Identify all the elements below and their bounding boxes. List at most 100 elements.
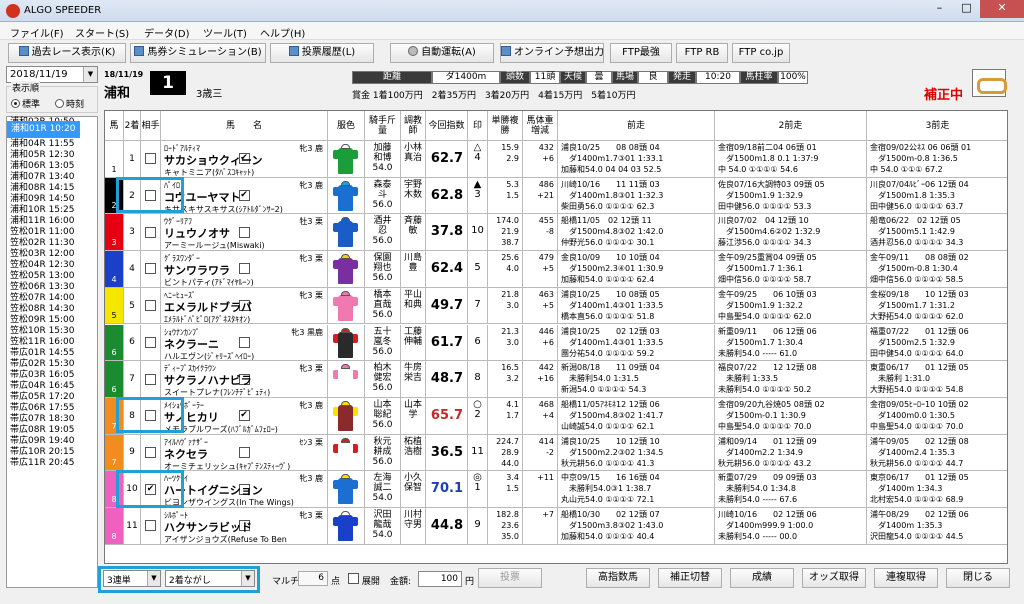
order-standard-radio[interactable]: 標準 (11, 97, 40, 110)
menu-data[interactable]: データ(D) (144, 25, 190, 40)
horse-row[interactable]: 4 4 ｸﾞﾗｽﾜﾝﾀﾞｰ 牝3 栗サンワラワラ ビントパティ(ｱﾄﾞﾏｲﾔﾙｰﾝ) 保園… (105, 251, 1007, 288)
race-list-item[interactable]: 笠松10R 15:30 (7, 326, 97, 337)
amount-input[interactable]: 100 (418, 571, 462, 587)
column-header[interactable]: 印 (468, 111, 488, 140)
horse-row[interactable]: 6 6 ｼｮｳﾅﾝｶﾝﾌﾟ 牝3 黒鹿 ネクラーニ ハルエヴン(ｼﾞｬﾘｰｽﾞﾍｲﾛｰ) 五… (105, 324, 1007, 362)
horse-name-cell[interactable]: ｸﾞﾗｽﾜﾝﾀﾞｰ 牝3 栗サンワラワラ ビントパティ(ｱﾄﾞﾏｲﾔﾙｰﾝ) (161, 251, 328, 287)
column-header[interactable]: 前走 (558, 111, 715, 140)
menu-start[interactable]: スタート(S) (75, 25, 129, 40)
race-list-item[interactable]: 帯広10R 20:15 (7, 447, 97, 458)
order-time-radio[interactable]: 時刻 (55, 97, 84, 110)
race-list-item[interactable]: 浦和01R 10:20 (7, 121, 80, 138)
race-list-item[interactable]: 笠松11R 16:00 (7, 337, 97, 348)
renpuku-fetch-button[interactable]: 連複取得 (874, 568, 938, 588)
horse-row[interactable]: 2 2 ✔ ﾊﾟｲﾛ 牝3 鹿コウユーヤマト キサスキサスキサス(ｼｱﾄﾙﾀﾞﾝｻｰ2) 森… (105, 177, 1007, 215)
ftp-cojp-button[interactable]: FTP co.jp (732, 43, 790, 63)
history-button[interactable]: 投票履歴(L) (270, 43, 374, 63)
horse-name-cell[interactable]: ﾛｰﾄﾞｱﾙﾃｨﾏ 牝3 鹿サカショウクィーン キャトミニア(ﾀﾊﾞｽｺｷｬｯﾄ) (161, 141, 328, 177)
race-list-item[interactable]: 笠松09R 15:00 (7, 315, 97, 326)
race-list-item[interactable]: 笠松02R 11:30 (7, 238, 97, 249)
chevron-down-icon[interactable]: ▼ (83, 67, 97, 82)
column-header[interactable]: 相手 (141, 111, 161, 140)
race-list-item[interactable]: 帯広04R 16:45 (7, 381, 97, 392)
horse-row[interactable]: 3 3 ｳｸﾞｰﾘｱﾌ 牡3 栗リュウノオサ アーミールージュ(Miswaki) 酒井 忍… (105, 214, 1007, 252)
results-button[interactable]: 成績 (730, 568, 794, 588)
maximize-button[interactable]: □ (953, 0, 980, 18)
column-header[interactable]: 調教師 (401, 111, 426, 140)
race-list-item[interactable]: 笠松06R 13:30 (7, 282, 97, 293)
horse-name-cell[interactable]: ﾊﾟｲﾛ 牝3 鹿コウユーヤマト キサスキサスキサス(ｼｱﾄﾙﾀﾞﾝｻｰ2) (161, 177, 328, 214)
horse-row[interactable]: 8 10 ✔ ﾊｰﾂｸﾗｲ 牝3 鹿ハートイグニション ビヨンザウイングス(In The … (105, 471, 1007, 508)
bet-type-select[interactable]: 3連単 ▼ (103, 570, 161, 587)
column-header[interactable]: 騎手斤量 (365, 111, 401, 140)
race-list-item[interactable]: 浦和06R 13:05 (7, 161, 97, 172)
column-header[interactable]: 3前走 (867, 111, 1007, 140)
race-list-item[interactable]: 帯広06R 17:55 (7, 403, 97, 414)
horse-name-cell[interactable]: ﾒｲｼｮｳﾎﾞｰﾗｰ 牝3 鹿サノヒカリ メモラブルワーズ(ﾊﾌﾞﾙｶﾞﾑﾌｪﾛｰ) (161, 397, 328, 434)
column-header[interactable]: 馬体重増減 (523, 111, 558, 140)
race-list-item[interactable]: 浦和11R 16:00 (7, 216, 97, 227)
race-list-item[interactable]: 笠松07R 14:00 (7, 293, 97, 304)
correction-toggle-button[interactable]: 補正切替 (658, 568, 722, 588)
horse-name-cell[interactable]: ﾍﾆｰﾋｭｰｽﾞ 牝3 栗エメラルドブラバ ｴﾒﾗﾙﾄﾞﾊﾟﾋﾟﾛ(ｱｸﾞﾈｽﾀｷｵ… (161, 287, 328, 324)
second-place-checkbox[interactable] (141, 141, 161, 177)
vote-button[interactable]: 投票 (478, 568, 542, 588)
online-output-button[interactable]: オンライン予想出力 (500, 43, 604, 63)
horse-row[interactable]: 5 5 ﾍﾆｰﾋｭｰｽﾞ 牝3 栗エメラルドブラバ ｴﾒﾗﾙﾄﾞﾊﾟﾋﾟﾛ(ｱｸﾞﾈｽﾀ… (105, 287, 1007, 325)
horse-row[interactable]: 8 11 ｼﾙﾎﾟｰﾄ 牝3 栗ハクサンラビッド アイザンジョウズ(Refuse To … (105, 508, 1007, 545)
race-list-item[interactable]: 帯広07R 18:30 (7, 414, 97, 425)
race-list-item[interactable]: 帯広05R 17:20 (7, 392, 97, 403)
column-header[interactable]: 服色 (328, 111, 365, 140)
horse-name-cell[interactable]: ｳｸﾞｰﾘｱﾌ 牡3 栗リュウノオサ アーミールージュ(Miswaki) (161, 214, 328, 251)
race-list-item[interactable]: 帯広02R 15:30 (7, 359, 97, 370)
race-list-item[interactable]: 笠松08R 14:30 (7, 304, 97, 315)
minimize-button[interactable]: – (926, 0, 953, 18)
race-list-item[interactable]: 浦和04R 11:55 (7, 139, 97, 150)
close-button[interactable]: 閉じる (946, 568, 1010, 588)
odds-fetch-button[interactable]: オッズ取得 (802, 568, 866, 588)
past-race-button[interactable]: 過去レース表示(K) (8, 43, 126, 63)
horse-row[interactable]: 7 9 ｱｲﾙﾊｳﾞｧﾅｻﾞｰ ｾﾝ3 栗ネクセラ オーミチェリッシュ(ｷｬﾌﾟﾃﾝｽﾃ… (105, 434, 1007, 472)
race-list-item[interactable]: 浦和09R 14:50 (7, 194, 97, 205)
race-list-item[interactable]: 浦和07R 13:40 (7, 172, 97, 183)
simulation-button[interactable]: 馬券シミュレーション(B) (130, 43, 266, 63)
column-header[interactable]: 馬 名 (161, 111, 328, 140)
ftp-strongest-button[interactable]: FTP最強 (610, 43, 672, 63)
expand-checkbox[interactable]: 展開 (348, 573, 380, 587)
race-list-item[interactable]: 笠松04R 12:30 (7, 260, 97, 271)
second-place-checkbox[interactable] (141, 361, 161, 397)
ftp-rb-button[interactable]: FTP RB (676, 43, 728, 63)
second-place-checkbox[interactable] (141, 508, 161, 544)
race-list-item[interactable]: 帯広03R 16:05 (7, 370, 97, 381)
race-list-item[interactable]: 帯広01R 14:55 (7, 348, 97, 359)
horse-name-cell[interactable]: ﾃﾞｨｰﾌﾟｽｶｲｸﾗｳﾝ 牝3 栗サクラノハナビラ スイートプレナ(ﾌﾚﾝﾁﾃﾞﾋ… (161, 361, 328, 397)
race-list-item[interactable]: 浦和10R 15:25 (7, 205, 97, 216)
auto-run-button[interactable]: 自動運転(A) (390, 43, 494, 63)
horse-row[interactable]: 7 8 ✔ ﾒｲｼｮｳﾎﾞｰﾗｰ 牝3 鹿サノヒカリ メモラブルワーズ(ﾊﾌﾞﾙｶﾞﾑﾌｪ… (105, 397, 1007, 435)
menu-help[interactable]: ヘルプ(H) (260, 25, 305, 40)
column-header[interactable]: 2前走 (715, 111, 867, 140)
horse-row[interactable]: 6 7 ﾃﾞｨｰﾌﾟｽｶｲｸﾗｳﾝ 牝3 栗サクラノハナビラ スイートプレナ(ﾌﾚﾝﾁﾃ… (105, 361, 1007, 398)
second-place-checkbox[interactable] (141, 251, 161, 287)
menu-file[interactable]: ファイル(F) (10, 25, 64, 40)
column-header[interactable]: 馬 (105, 111, 124, 140)
column-header[interactable]: 今回指数 (426, 111, 468, 140)
race-list-item[interactable]: 笠松01R 11:00 (7, 227, 97, 238)
race-list-item[interactable]: 笠松03R 12:00 (7, 249, 97, 260)
race-list-item[interactable]: 帯広11R 20:45 (7, 458, 97, 469)
column-header[interactable]: 2着 (124, 111, 141, 140)
high-index-button[interactable]: 高指数馬 (586, 568, 650, 588)
close-window-button[interactable]: ✕ (980, 0, 1024, 18)
horse-name-cell[interactable]: ﾊｰﾂｸﾗｲ 牝3 鹿ハートイグニション ビヨンザウイングス(In The Wing… (161, 471, 328, 507)
second-place-checkbox[interactable] (141, 287, 161, 324)
horse-name-cell[interactable]: ｼﾙﾎﾟｰﾄ 牝3 栗ハクサンラビッド アイザンジョウズ(Refuse To Ben (161, 508, 328, 544)
column-header[interactable]: 単勝複勝 (488, 111, 523, 140)
menu-tool[interactable]: ツール(T) (203, 25, 247, 40)
bet-mode-select[interactable]: 2着ながし ▼ (165, 570, 255, 587)
race-list-item[interactable]: 浦和08R 14:15 (7, 183, 97, 194)
race-list-item[interactable]: 笠松05R 13:00 (7, 271, 97, 282)
race-list[interactable]: 浦和01R 10:20浦和02R 10:50浦和03R 11:20浦和04R 1… (6, 116, 98, 588)
horse-name-cell[interactable]: ｱｲﾙﾊｳﾞｧﾅｻﾞｰ ｾﾝ3 栗ネクセラ オーミチェリッシュ(ｷｬﾌﾟﾃﾝｽﾃｨｰ… (161, 434, 328, 471)
horse-name-cell[interactable]: ｼｮｳﾅﾝｶﾝﾌﾟ 牝3 黒鹿 ネクラーニ ハルエヴン(ｼﾞｬﾘｰｽﾞﾍｲﾛｰ) (161, 324, 328, 361)
second-place-checkbox[interactable] (141, 214, 161, 251)
